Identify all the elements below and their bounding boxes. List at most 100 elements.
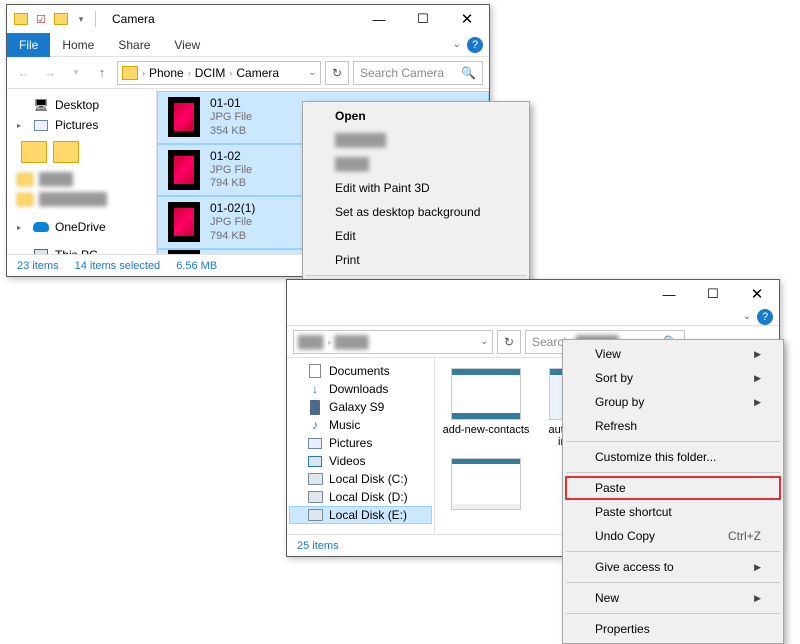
titlebar[interactable]: ☑ ▾ Camera — ☐ ✕ [7,5,489,33]
chevron-right-icon[interactable]: ▸ [17,223,27,232]
search-placeholder: Search Camera [360,66,444,80]
sidebar-item-pictures[interactable]: ▸ Pictures [11,115,152,135]
menu-item-paste-shortcut[interactable]: Paste shortcut [565,500,781,524]
menu-item-new[interactable]: New▶ [565,586,781,610]
chevron-right-icon: ▶ [754,349,761,360]
help-icon[interactable]: ? [467,37,483,53]
maximize-button[interactable]: ☐ [691,280,735,308]
status-item-count: 23 items [17,260,59,272]
folder-icon[interactable] [21,141,47,163]
tab-share[interactable]: Share [106,33,162,57]
refresh-button[interactable]: ↻ [497,330,521,354]
close-button[interactable]: ✕ [735,280,779,308]
folder-icon [17,192,33,206]
breadcrumb[interactable]: Phone [149,66,184,80]
minimize-button[interactable]: — [647,280,691,308]
sidebar-item-diskc[interactable]: Local Disk (C:) [289,470,432,488]
sidebar-item-label: ████ [39,172,73,186]
breadcrumb[interactable]: Camera [236,66,279,80]
file-name: 01-01 [210,96,252,111]
context-menu-folder: View▶ Sort by▶ Group by▶ Refresh Customi… [562,339,784,644]
menu-item-edit-paint3d[interactable]: Edit with Paint 3D [305,176,527,200]
sidebar-item-blurred[interactable]: ████████ [11,189,152,209]
chevron-right-icon[interactable]: ▸ [17,251,27,255]
maximize-button[interactable]: ☐ [401,5,445,33]
breadcrumb[interactable]: ████ [335,335,369,349]
navigation-bar: ← → ▾ ↑ › Phone › DCIM › Camera ⌄ ↻ Sear… [7,57,489,89]
phone-icon [307,400,323,414]
nav-forward-button[interactable]: → [39,62,61,84]
menu-separator [566,613,780,614]
sidebar-item-documents[interactable]: Documents [289,362,432,380]
nav-up-button[interactable]: ↑ [91,62,113,84]
menu-item-set-desktop-bg[interactable]: Set as desktop background [305,200,527,224]
sidebar-item-downloads[interactable]: Downloads [289,380,432,398]
sidebar-item-label: This PC [55,248,98,254]
ribbon-expand-icon[interactable]: ⌄ [453,39,461,50]
menu-item-refresh[interactable]: Refresh [565,414,781,438]
documents-icon [307,364,323,378]
tab-file[interactable]: File [7,33,50,57]
file-name: add-new-contacts [443,424,530,436]
sidebar-item-blurred[interactable]: ████ [11,169,152,189]
navigation-pane: Documents Downloads Galaxy S9 Music Pict… [287,358,435,534]
help-icon[interactable]: ? [757,309,773,325]
menu-item-sortby[interactable]: Sort by▶ [565,366,781,390]
sidebar-item-music[interactable]: Music [289,416,432,434]
sidebar-item-diskd[interactable]: Local Disk (D:) [289,488,432,506]
new-folder-icon[interactable] [53,11,69,27]
sidebar-item-desktop[interactable]: 🖥 Desktop [11,95,152,115]
menu-item-groupby[interactable]: Group by▶ [565,390,781,414]
menu-item-blurred[interactable]: ██████ [305,128,527,152]
window-buttons: — ☐ ✕ [647,280,779,308]
menu-item-print[interactable]: Print [305,248,527,272]
file-type: JPG File [210,164,252,178]
ribbon-tabs: ⌄ ? [287,308,779,326]
sidebar-item-pictures[interactable]: Pictures [289,434,432,452]
address-dropdown-icon[interactable]: ⌄ [480,336,488,347]
menu-item-give-access[interactable]: Give access to▶ [565,555,781,579]
minimize-button[interactable]: — [357,5,401,33]
sidebar-item-videos[interactable]: Videos [289,452,432,470]
music-icon [307,418,323,432]
file-item[interactable]: add-new-contacts [441,368,531,448]
breadcrumb[interactable]: DCIM [195,66,226,80]
menu-item-undo-copy[interactable]: Undo CopyCtrl+Z [565,524,781,548]
navigation-pane: 🖥 Desktop ▸ Pictures ████ ████████ [7,89,157,254]
folder-icon[interactable] [53,141,79,163]
menu-item-properties[interactable]: Properties [565,617,781,641]
chevron-right-icon: › [229,68,232,78]
address-dropdown-icon[interactable]: ⌄ [308,67,316,78]
search-input[interactable]: Search Camera 🔍 [353,61,483,85]
folder-icon [122,66,138,80]
tab-view[interactable]: View [162,33,212,57]
address-bar[interactable]: › Phone › DCIM › Camera ⌄ [117,61,321,85]
qat-dropdown-icon[interactable]: ▾ [73,11,89,27]
properties-icon[interactable]: ☑ [33,11,49,27]
ribbon-expand-icon[interactable]: ⌄ [743,311,751,322]
sidebar-item-label: Videos [329,454,365,468]
sidebar-item-galaxys9[interactable]: Galaxy S9 [289,398,432,416]
breadcrumb[interactable]: ███ [298,335,324,349]
menu-item-edit[interactable]: Edit [305,224,527,248]
menu-item-view[interactable]: View▶ [565,342,781,366]
menu-item-paste[interactable]: Paste [565,476,781,500]
sidebar-item-thispc[interactable]: ▸ This PC [11,245,152,254]
chevron-right-icon[interactable]: ▸ [17,121,27,130]
titlebar[interactable]: — ☐ ✕ [287,280,779,308]
refresh-button[interactable]: ↻ [325,61,349,85]
close-button[interactable]: ✕ [445,5,489,33]
file-item[interactable] [441,458,531,510]
nav-back-button[interactable]: ← [13,62,35,84]
sidebar-item-onedrive[interactable]: ▸ OneDrive [11,217,152,237]
sidebar-item-diske[interactable]: Local Disk (E:) [289,506,432,524]
nav-recent-dropdown[interactable]: ▾ [65,62,87,84]
address-bar[interactable]: ███ › ████ ⌄ [293,330,493,354]
menu-item-customize[interactable]: Customize this folder... [565,445,781,469]
menu-separator [566,472,780,473]
videos-icon [307,454,323,468]
pictures-icon [33,118,49,132]
menu-item-open[interactable]: Open [305,104,527,128]
menu-item-blurred[interactable]: ████ [305,152,527,176]
tab-home[interactable]: Home [50,33,106,57]
